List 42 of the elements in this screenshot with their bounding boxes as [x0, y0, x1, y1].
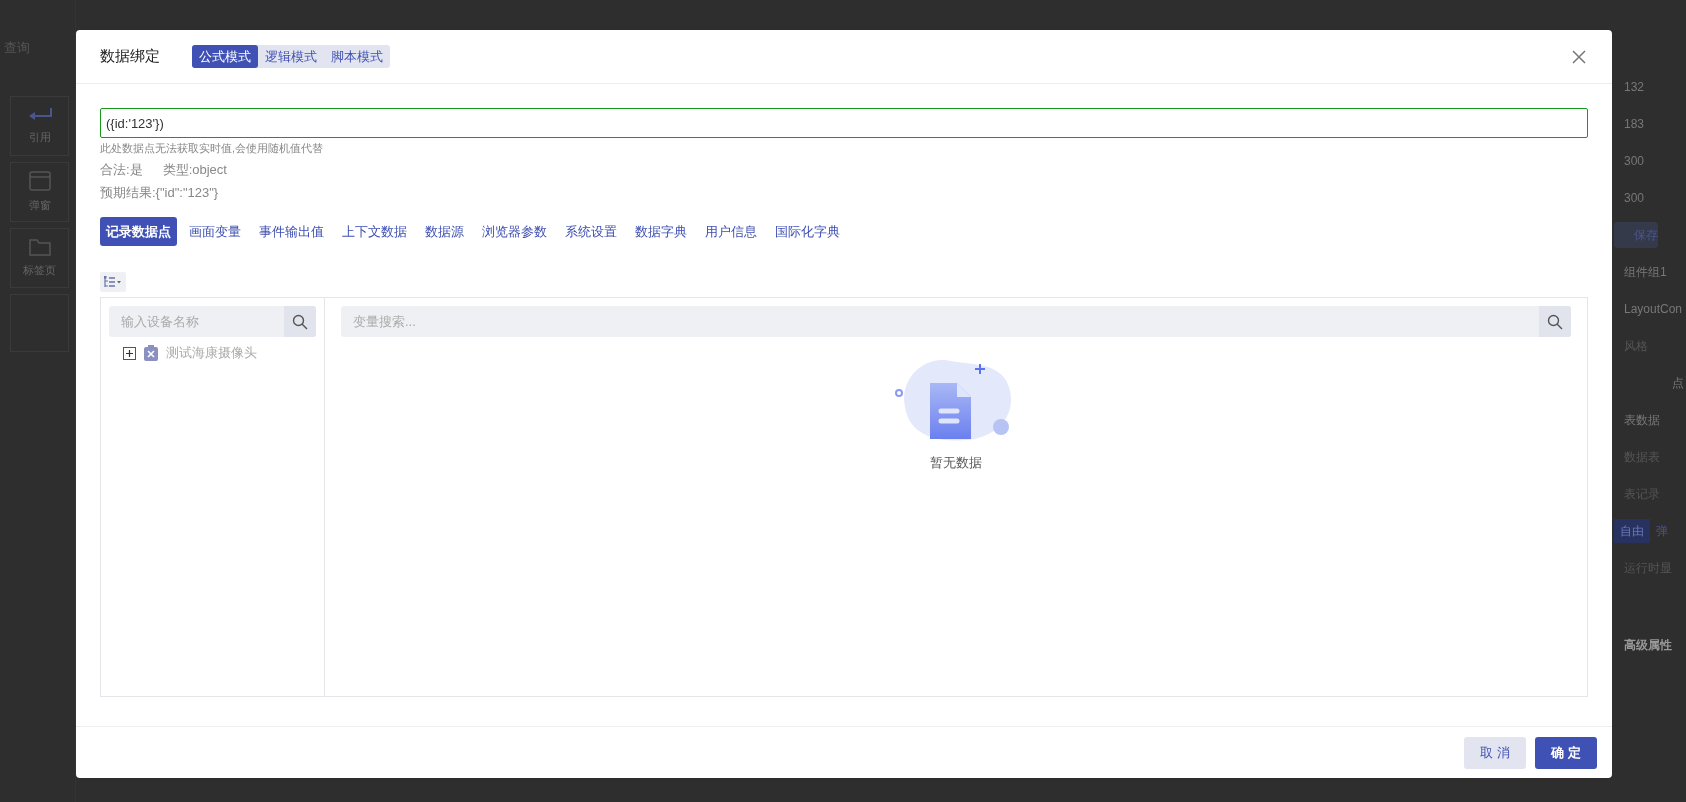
source-tab[interactable]: 数据字典	[629, 216, 693, 247]
expand-icon[interactable]	[123, 346, 136, 360]
hint-text: 此处数据点无法获取实时值,会使用随机值代替	[100, 141, 324, 156]
search-icon[interactable]	[284, 306, 316, 338]
search-icon[interactable]	[1539, 306, 1571, 338]
valid-text: 合法:是	[100, 160, 143, 179]
confirm-button[interactable]: 确 定	[1535, 736, 1597, 769]
folder-icon	[28, 237, 51, 256]
property-value: LayoutCon	[1624, 300, 1683, 318]
property-value: 300	[1624, 189, 1645, 207]
property-value: 300	[1624, 152, 1645, 170]
mode-tab[interactable]: 逻辑模式	[258, 44, 324, 69]
device-search-field[interactable]: 输入设备名称	[109, 306, 284, 338]
source-tab[interactable]: 浏览器参数	[476, 216, 553, 247]
type-text: 类型:object	[162, 160, 227, 179]
dialog-title: 数据绑定	[100, 46, 160, 67]
close-icon[interactable]	[1570, 47, 1588, 66]
mode-tab[interactable]: 脚本模式	[324, 44, 390, 69]
source-tab[interactable]: 事件输出值	[253, 216, 330, 247]
device-search-bar[interactable]: 输入设备名称	[109, 306, 316, 338]
expression-field[interactable]: ({id:'123'})	[100, 108, 1588, 138]
property-value: 组件组1	[1624, 263, 1667, 281]
window-icon	[28, 170, 51, 191]
empty-text: 暂无数据	[930, 454, 982, 473]
section-heading: 高级属性	[1624, 636, 1672, 654]
source-tab[interactable]: 上下文数据	[336, 216, 413, 247]
property-value: 183	[1624, 115, 1645, 133]
property-value: 表数据	[1624, 411, 1660, 429]
source-tab[interactable]: 记录数据点	[100, 216, 177, 247]
cancel-button[interactable]: 取 消	[1464, 736, 1526, 769]
source-tab[interactable]: 国际化字典	[769, 216, 846, 247]
source-tab[interactable]: 系统设置	[559, 216, 623, 247]
property-value: 132	[1624, 78, 1645, 96]
mode-tab[interactable]: 公式模式	[192, 44, 258, 69]
source-tab[interactable]: 用户信息	[699, 216, 763, 247]
device-icon	[144, 345, 158, 361]
property-value: 点	[1672, 374, 1684, 392]
source-tab[interactable]: 画面变量	[183, 216, 247, 247]
tree-list-icon	[103, 276, 123, 289]
tree-view-button[interactable]	[100, 272, 126, 293]
source-tab[interactable]: 数据源	[419, 216, 470, 247]
expected-result: 预期结果:{"id":"123"}	[100, 183, 219, 202]
